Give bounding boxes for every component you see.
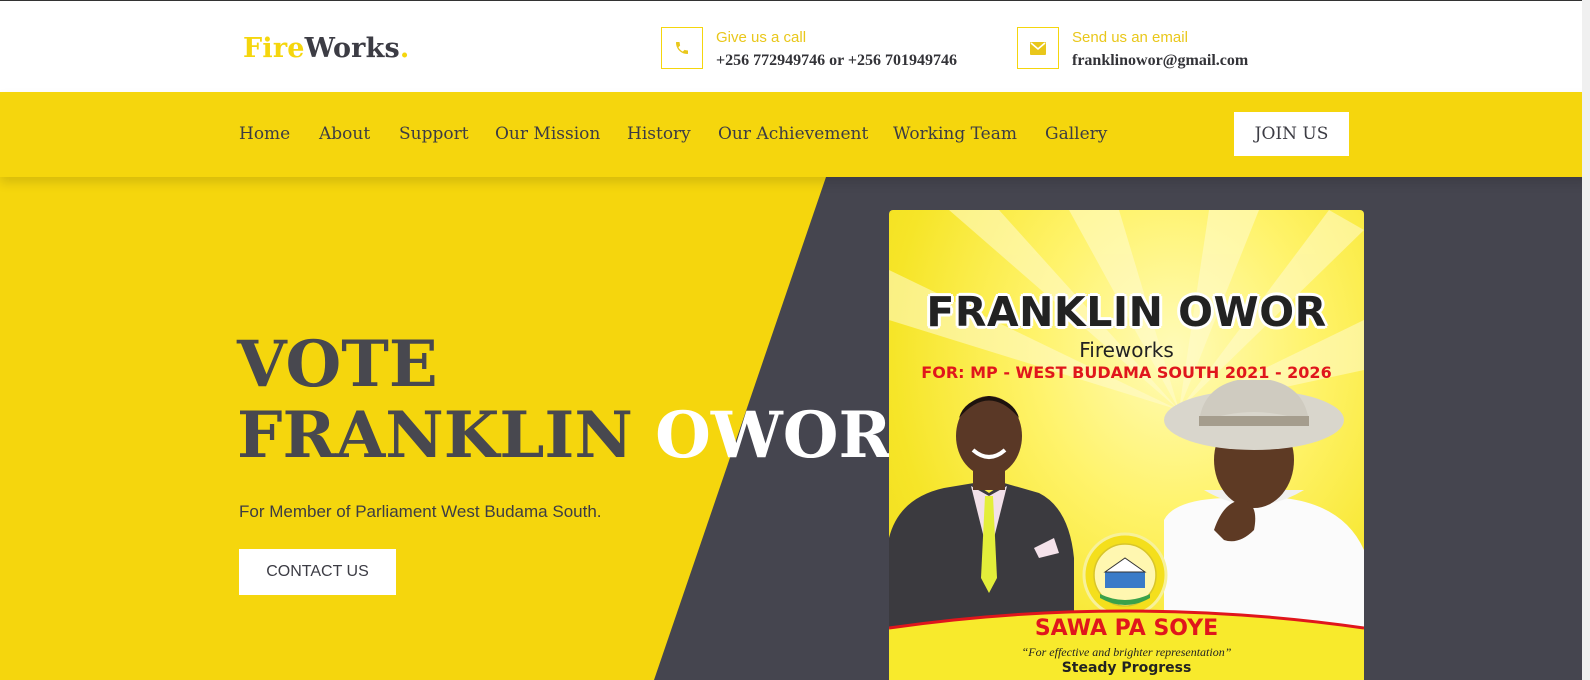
hero-section: VOTE FRANKLIN OWOR For Member of Parliam… xyxy=(0,177,1590,680)
email-address[interactable]: franklinowor@gmail.com xyxy=(1072,52,1248,70)
poster-subtitle: Fireworks xyxy=(1079,338,1174,362)
phone-icon xyxy=(661,27,703,69)
nav-about[interactable]: About xyxy=(319,124,370,144)
poster-name: FRANKLIN OWOR xyxy=(926,288,1327,336)
main-nav: Home About Support Our Mission History O… xyxy=(0,92,1590,177)
hero-subtitle: For Member of Parliament West Budama Sou… xyxy=(239,502,602,521)
hero-title-line1: VOTE xyxy=(237,327,438,402)
contact-us-button[interactable]: CONTACT US xyxy=(239,549,396,595)
logo-text-fire: Fire xyxy=(243,33,305,64)
nav-support[interactable]: Support xyxy=(399,124,469,144)
logo[interactable]: FireWorks. xyxy=(243,33,410,64)
join-us-button[interactable]: JOIN US xyxy=(1234,112,1349,156)
envelope-icon xyxy=(1017,27,1059,69)
nav-gallery[interactable]: Gallery xyxy=(1045,124,1107,144)
call-label: Give us a call xyxy=(716,29,807,46)
nav-history[interactable]: History xyxy=(627,124,691,144)
top-header: FireWorks. Give us a call +256 772949746… xyxy=(0,0,1590,92)
nav-home[interactable]: Home xyxy=(239,124,290,144)
nav-working-team[interactable]: Working Team xyxy=(893,124,1017,144)
campaign-poster: FRANKLIN OWOR Fireworks FOR: MP - WEST B… xyxy=(889,210,1364,680)
logo-dot: . xyxy=(399,33,410,64)
hero-title-line2: FRANKLIN OWOR xyxy=(237,400,892,472)
poster-quote: “For effective and brighter representati… xyxy=(1021,645,1232,659)
poster-slogan: SAWA PA SOYE xyxy=(1034,616,1219,641)
nav-our-achievement[interactable]: Our Achievement xyxy=(718,124,868,144)
logo-text-works: Works xyxy=(304,33,400,64)
email-label: Send us an email xyxy=(1072,29,1188,46)
hero-title-owor: OWOR xyxy=(655,398,892,473)
nav-our-mission[interactable]: Our Mission xyxy=(495,124,600,144)
hero-title-franklin: FRANKLIN xyxy=(237,398,656,473)
phone-numbers[interactable]: +256 772949746 or +256 701949746 xyxy=(716,52,957,70)
poster-tagline: Steady Progress xyxy=(1061,660,1192,676)
page-scrollbar[interactable] xyxy=(1582,0,1590,680)
